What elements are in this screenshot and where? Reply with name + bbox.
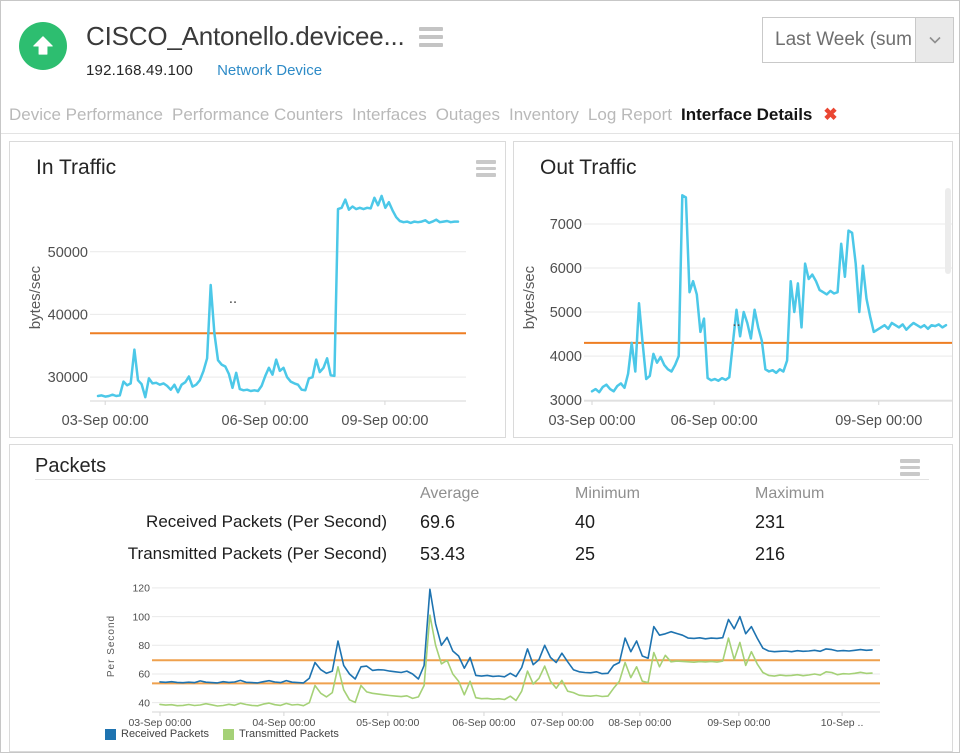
svg-text:08-Sep 00:00: 08-Sep 00:00 — [608, 717, 671, 729]
device-snapshot-window: CISCO_Antonello.devicee... 192.168.49.10… — [0, 0, 960, 753]
col-minimum: Minimum — [575, 485, 755, 503]
svg-text:3000: 3000 — [550, 393, 582, 409]
device-tabs-bar: Device Performance Performance Counters … — [1, 96, 959, 134]
svg-text:09-Sep 00:00: 09-Sep 00:00 — [707, 717, 770, 729]
transmitted-packets-swatch-icon — [223, 729, 234, 740]
out-traffic-panel: Out Traffic 3000 4000 5000 6000 7000 03-Sep 0… — [513, 141, 953, 438]
min-value: 40 — [575, 512, 755, 533]
col-average: Average — [387, 485, 575, 503]
device-title: CISCO_Antonello.devicee... — [86, 21, 405, 52]
svg-text:06-Sep 00:00: 06-Sep 00:00 — [452, 717, 515, 729]
svg-text:100: 100 — [132, 611, 150, 623]
table-header-row: Average Minimum Maximum — [35, 482, 952, 506]
device-status-up-icon — [19, 22, 67, 70]
tab-performance-counters[interactable]: Performance Counters — [172, 105, 343, 125]
out-traffic-title: Out Traffic — [540, 156, 952, 180]
svg-text:06-Sep 00:00: 06-Sep 00:00 — [222, 413, 309, 429]
svg-text:bytes/sec: bytes/sec — [521, 265, 538, 329]
chevron-down-icon — [915, 18, 953, 62]
min-value: 25 — [575, 544, 755, 565]
tab-log-report[interactable]: Log Report — [588, 105, 672, 125]
avg-value: 53.43 — [387, 544, 575, 565]
tab-interfaces[interactable]: Interfaces — [352, 105, 427, 125]
col-maximum: Maximum — [755, 485, 952, 503]
legend-received-packets[interactable]: Received Packets — [105, 728, 209, 740]
received-packets-swatch-icon — [105, 729, 116, 740]
svg-text:4000: 4000 — [550, 349, 582, 365]
close-tab-icon[interactable]: ✖ — [823, 106, 837, 123]
out-traffic-chart[interactable]: 3000 4000 5000 6000 7000 03-Sep 00:00 06-Sep 0… — [514, 186, 952, 438]
up-arrow-icon — [30, 33, 56, 59]
tab-inventory[interactable]: Inventory — [509, 105, 579, 125]
svg-text:7000: 7000 — [550, 217, 582, 233]
avg-value: 69.6 — [387, 512, 575, 533]
svg-text:05-Sep 00:00: 05-Sep 00:00 — [356, 717, 419, 729]
svg-text:30000: 30000 — [48, 370, 88, 386]
table-row: Received Packets (Per Second) 69.6 40 23… — [35, 506, 952, 538]
chart-legend: Received Packets Transmitted Packets — [105, 728, 952, 740]
svg-text:40: 40 — [138, 697, 150, 709]
svg-text:07-Sep 00:00: 07-Sep 00:00 — [531, 717, 594, 729]
svg-text:5000: 5000 — [550, 305, 582, 321]
svg-text:10-Sep ..: 10-Sep .. — [821, 717, 864, 729]
svg-text:80: 80 — [138, 640, 150, 652]
svg-text:06-Sep 00:00: 06-Sep 00:00 — [671, 413, 758, 429]
svg-text:60: 60 — [138, 669, 150, 681]
packets-stats-table: Average Minimum Maximum Received Packets… — [10, 482, 952, 570]
svg-text:..: .. — [733, 317, 741, 329]
time-period-select[interactable]: Last Week (sum — [762, 17, 954, 63]
svg-text:120: 120 — [132, 583, 150, 595]
svg-text:bytes/sec: bytes/sec — [27, 265, 44, 329]
svg-text:..: .. — [229, 294, 237, 306]
time-period-value: Last Week (sum — [763, 18, 915, 62]
device-ip: 192.168.49.100 — [86, 62, 193, 79]
tab-device-performance[interactable]: Device Performance — [9, 105, 163, 125]
in-traffic-chart[interactable]: 30000 40000 50000 03-Sep 00:00 06-Sep 00:00 0… — [10, 186, 505, 438]
svg-text:50000: 50000 — [48, 245, 88, 261]
svg-text:40000: 40000 — [48, 308, 88, 324]
in-traffic-menu-icon[interactable] — [476, 160, 496, 177]
tab-interface-details[interactable]: Interface Details — [681, 105, 812, 125]
svg-text:09-Sep 00:00: 09-Sep 00:00 — [835, 413, 922, 429]
divider — [35, 479, 929, 480]
in-traffic-title: In Traffic — [36, 156, 505, 180]
row-label: Transmitted Packets (Per Second) — [35, 544, 387, 564]
svg-text:09-Sep 00:00: 09-Sep 00:00 — [341, 413, 428, 429]
row-label: Received Packets (Per Second) — [35, 512, 387, 532]
packets-chart[interactable]: 40608010012003-Sep 00:0004-Sep 00:0005-S… — [10, 570, 952, 730]
svg-text:6000: 6000 — [550, 261, 582, 277]
svg-text:03-Sep 00:00: 03-Sep 00:00 — [548, 413, 635, 429]
in-traffic-panel: In Traffic 30000 40000 50000 03-Sep 00:00 06… — [9, 141, 506, 438]
scrollbar[interactable] — [945, 188, 951, 274]
traffic-charts-row: In Traffic 30000 40000 50000 03-Sep 00:00 06… — [9, 141, 951, 438]
max-value: 231 — [755, 512, 952, 533]
legend-transmitted-packets[interactable]: Transmitted Packets — [223, 728, 339, 740]
device-header: CISCO_Antonello.devicee... 192.168.49.10… — [1, 1, 959, 96]
packets-title: Packets — [35, 455, 952, 478]
packets-menu-icon[interactable] — [900, 459, 920, 476]
device-category-link[interactable]: Network Device — [217, 62, 322, 79]
tab-outages[interactable]: Outages — [436, 105, 500, 125]
device-menu-icon[interactable] — [419, 27, 443, 47]
svg-text:03-Sep 00:00: 03-Sep 00:00 — [62, 413, 149, 429]
max-value: 216 — [755, 544, 952, 565]
packets-panel: Packets Average Minimum Maximum Received… — [9, 444, 953, 752]
svg-text:Per Second: Per Second — [106, 615, 117, 677]
table-row: Transmitted Packets (Per Second) 53.43 2… — [35, 538, 952, 570]
